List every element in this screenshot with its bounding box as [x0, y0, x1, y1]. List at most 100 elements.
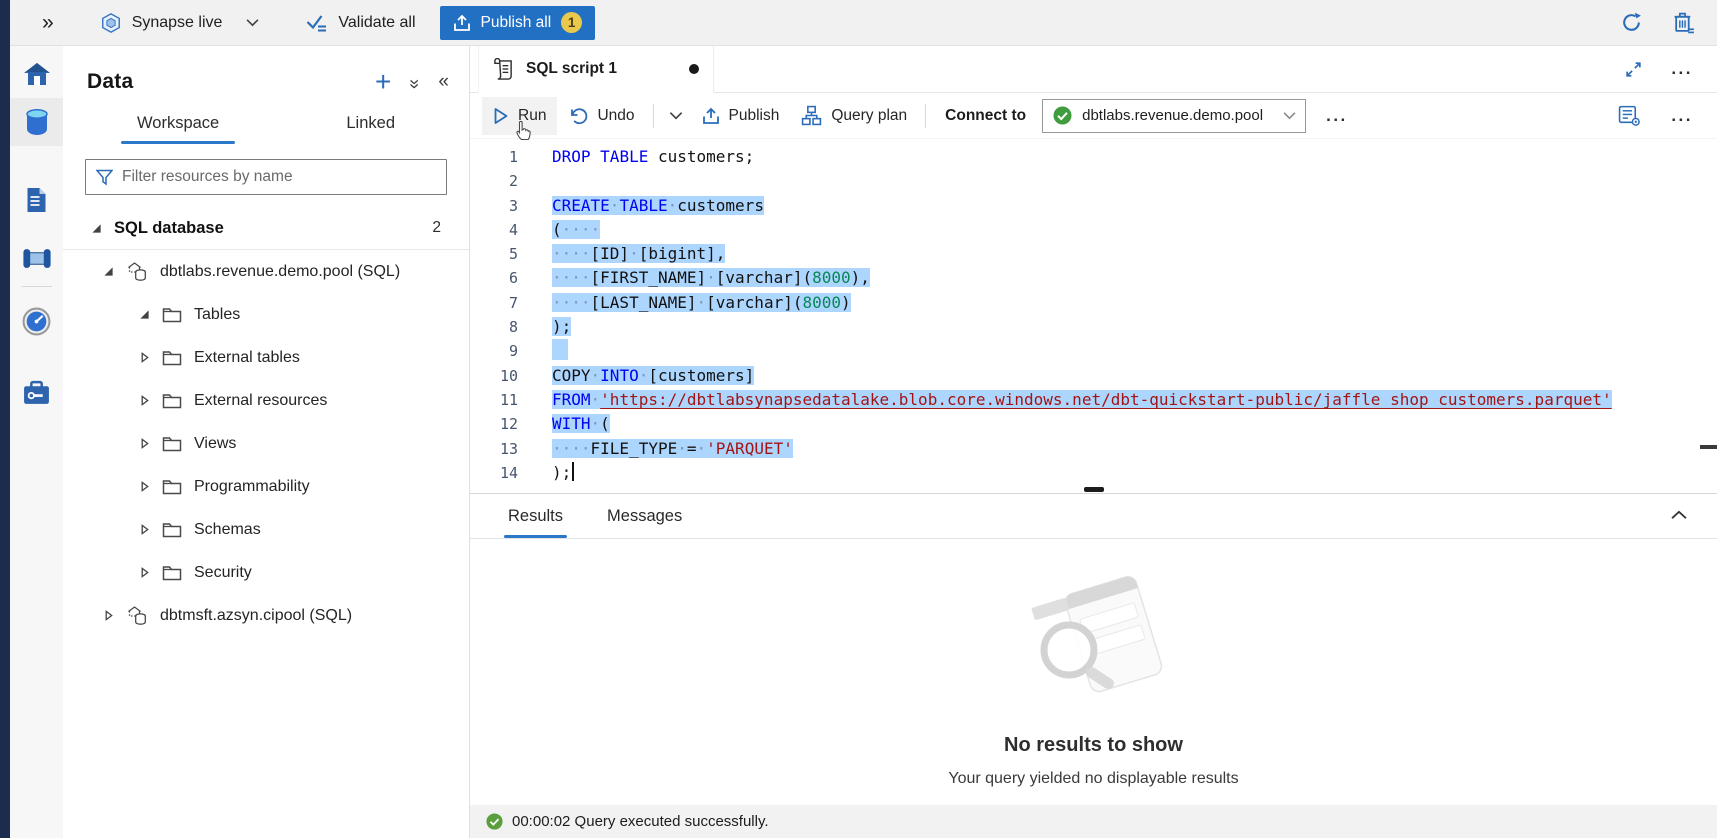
publish-button[interactable]: Publish [691, 97, 791, 135]
monitor-icon [22, 307, 51, 336]
tab-workspace[interactable]: Workspace [121, 106, 235, 144]
panel-splitter[interactable] [470, 485, 1717, 493]
sidebar-item-data[interactable] [10, 98, 63, 146]
splitter-handle[interactable] [1084, 487, 1104, 492]
undo-icon [568, 106, 588, 125]
properties-icon[interactable] [1618, 105, 1641, 126]
code-line[interactable]: 6····[FIRST_NAME]·[varchar](8000), [470, 266, 1717, 290]
code-line[interactable]: 4(···· [470, 218, 1717, 242]
no-results-illustration [1006, 557, 1181, 712]
code-line[interactable]: 11FROM·'https://dbtlabsynapsedatalake.bl… [470, 388, 1717, 412]
folder-icon [162, 349, 182, 366]
sidebar-item-manage[interactable] [10, 369, 63, 417]
develop-icon [24, 186, 49, 214]
selection-highlight: ····[ID]·[bigint], [552, 244, 725, 263]
tree-item-label: Views [194, 435, 236, 453]
filter-input[interactable] [122, 168, 436, 186]
code-line[interactable]: 2 [470, 169, 1717, 193]
undo-button[interactable]: Undo [557, 97, 645, 135]
caret-collapsed-icon[interactable] [139, 524, 150, 535]
environment-selector[interactable]: Synapse live [100, 12, 260, 34]
folder-icon [162, 306, 182, 323]
rail-divider [22, 286, 52, 287]
collapse-all-icon[interactable]: » [404, 78, 425, 85]
expand-editor-icon[interactable] [1624, 60, 1643, 79]
scrollbar-marker[interactable] [1700, 445, 1717, 449]
tree-item-sql-database[interactable]: SQL database2 [63, 207, 469, 250]
expand-sidebar-icon[interactable]: » [42, 11, 54, 35]
refresh-button[interactable] [1620, 11, 1643, 34]
query-plan-button[interactable]: Query plan [790, 97, 918, 135]
caret-collapsed-icon[interactable] [103, 610, 114, 621]
caret-collapsed-icon[interactable] [139, 395, 150, 406]
tree-item-label: External tables [194, 349, 300, 367]
tree-item-label: Security [194, 564, 252, 582]
caret-expanded-icon[interactable] [91, 223, 102, 234]
caret-expanded-icon[interactable] [139, 309, 150, 320]
tree-item-label: dbtmsft.azsyn.cipool (SQL) [160, 607, 352, 625]
tree-item-schemas[interactable]: Schemas [63, 508, 469, 551]
tab-linked[interactable]: Linked [330, 106, 411, 144]
code-line[interactable]: 7····[LAST_NAME]·[varchar](8000) [470, 291, 1717, 315]
line-number: 6 [470, 266, 518, 290]
collapse-panel-icon[interactable]: « [438, 71, 449, 93]
line-number: 8 [470, 315, 518, 339]
data-icon [24, 108, 50, 136]
collapse-results-icon[interactable] [1671, 507, 1687, 525]
code-line[interactable]: 8); [470, 315, 1717, 339]
tree-item-dbtlabs-revenue-demo-pool-sql[interactable]: dbtlabs.revenue.demo.pool (SQL) [63, 250, 469, 293]
environment-label: Synapse live [132, 14, 223, 32]
line-number: 1 [470, 145, 518, 169]
tree-item-security[interactable]: Security [63, 551, 469, 594]
code-line[interactable]: 9 [470, 339, 1717, 363]
tab-sql-script-1[interactable]: SQL script 1 [478, 46, 714, 93]
code-line[interactable]: 13····FILE_TYPE·=·'PARQUET' [470, 437, 1717, 461]
sidebar-item-monitor[interactable] [10, 297, 63, 345]
toolbar-overflow-icon[interactable]: ... [1671, 106, 1693, 126]
run-options-chevron-icon[interactable] [661, 97, 691, 135]
page-title: Data [87, 70, 375, 94]
tree-item-programmability[interactable]: Programmability [63, 465, 469, 508]
status-bar: 00:00:02 Query executed successfully. [470, 805, 1717, 838]
code-line[interactable]: 5····[ID]·[bigint], [470, 242, 1717, 266]
publish-all-badge: 1 [561, 12, 582, 33]
caret-collapsed-icon[interactable] [139, 567, 150, 578]
caret-expanded-icon[interactable] [103, 266, 114, 277]
tree-item-tables[interactable]: Tables [63, 293, 469, 336]
line-number: 13 [470, 437, 518, 461]
code-line[interactable]: 1DROP TABLE customers; [470, 145, 1717, 169]
caret-collapsed-icon[interactable] [139, 481, 150, 492]
sidebar-item-integrate[interactable] [10, 234, 63, 282]
caret-collapsed-icon[interactable] [139, 438, 150, 449]
selection-highlight: ····[LAST_NAME]·[varchar](8000) [552, 293, 851, 312]
tree-item-label: Tables [194, 306, 240, 324]
tree-item-external-resources[interactable]: External resources [63, 379, 469, 422]
code-line[interactable]: 3CREATE·TABLE·customers [470, 194, 1717, 218]
discard-all-button[interactable] [1673, 11, 1695, 34]
code-editor[interactable]: 1DROP TABLE customers;23CREATE·TABLE·cus… [470, 139, 1717, 485]
sidebar-item-develop[interactable] [10, 176, 63, 224]
code-line[interactable]: 10COPY·INTO·[customers] [470, 364, 1717, 388]
pool-selector[interactable]: dbtlabs.revenue.demo.pool [1042, 99, 1306, 133]
caret-collapsed-icon[interactable] [139, 352, 150, 363]
tree-item-external-tables[interactable]: External tables [63, 336, 469, 379]
tab-messages[interactable]: Messages [605, 507, 684, 538]
line-number: 10 [470, 364, 518, 388]
folder-icon [162, 435, 182, 452]
line-number: 11 [470, 388, 518, 412]
add-resource-button[interactable]: + [375, 72, 391, 92]
status-success-icon [486, 813, 503, 830]
tree-item-views[interactable]: Views [63, 422, 469, 465]
tab-more-icon[interactable]: ... [1671, 59, 1693, 79]
publish-all-button[interactable]: Publish all 1 [440, 6, 596, 40]
editor-tab-bar: SQL script 1 ... [470, 46, 1717, 93]
code-line[interactable]: 14); [470, 461, 1717, 485]
sidebar-item-home[interactable] [10, 50, 63, 98]
run-button[interactable]: Run [482, 97, 557, 135]
validate-all-button[interactable]: Validate all [305, 13, 415, 33]
toolbar-separator [925, 104, 926, 128]
toolbar-more-icon[interactable]: ... [1326, 106, 1348, 126]
tab-results[interactable]: Results [506, 507, 565, 538]
tree-item-dbtmsft-azsyn-cipool-sql[interactable]: dbtmsft.azsyn.cipool (SQL) [63, 594, 469, 637]
code-line[interactable]: 12WITH·( [470, 412, 1717, 436]
